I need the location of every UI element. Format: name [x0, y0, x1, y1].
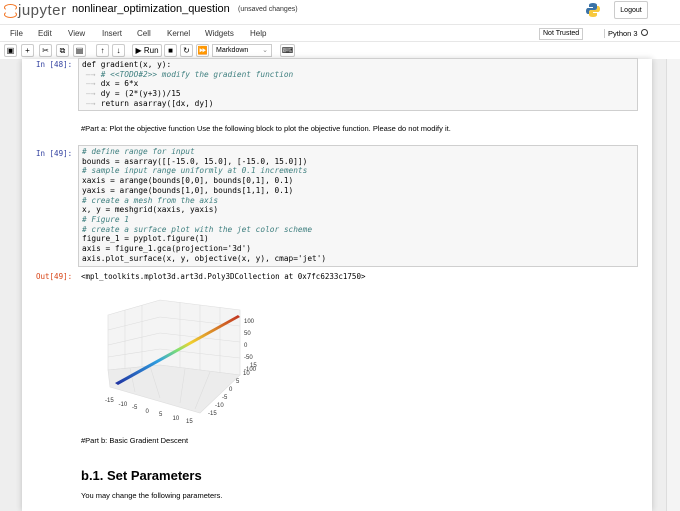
y-tick-label: 15: [250, 363, 257, 369]
code-line: # sample input range uniformly at 0.1 in…: [82, 166, 308, 176]
restart-icon[interactable]: ↻: [180, 44, 193, 57]
paste-icon[interactable]: ▤: [73, 44, 86, 57]
code-line: # <<TODO#2>> modify the gradient functio…: [82, 70, 634, 80]
scrollbar[interactable]: [666, 59, 680, 511]
menu-widgets[interactable]: Widgets: [205, 29, 234, 38]
menu-file[interactable]: File: [10, 29, 23, 38]
menu-help[interactable]: Help: [250, 29, 266, 38]
code-line: def gradient(x, y):: [82, 60, 172, 69]
add-cell-icon[interactable]: +: [21, 44, 34, 57]
code-cell-48[interactable]: def gradient(x, y): # <<TODO#2>> modify …: [78, 58, 638, 111]
markdown-parameters-note: You may change the following parameters.: [81, 491, 223, 500]
y-tick-label: -5: [222, 395, 228, 401]
cell-prompt: In [49]:: [36, 149, 73, 158]
fast-forward-icon[interactable]: ⏩: [196, 44, 209, 57]
markdown-part-a: #Part a: Plot the objective function Use…: [81, 124, 451, 133]
code-line: axis = figure_1.gca(projection='3d'): [82, 244, 251, 254]
menu-cell[interactable]: Cell: [137, 29, 151, 38]
notebook-name[interactable]: nonlinear_optimization_question: [72, 3, 230, 15]
x-tick-label: 10: [172, 415, 180, 422]
code-line: # create a surface plot with the jet col…: [82, 224, 313, 234]
move-up-icon[interactable]: ↑: [96, 44, 109, 57]
z-tick-label: 100: [244, 319, 255, 325]
code-line: yaxis = arange(bounds[1,0], bounds[1,1],…: [82, 185, 294, 195]
kernel-idle-icon: [641, 29, 648, 36]
menu-edit[interactable]: Edit: [38, 29, 52, 38]
kernel-indicator[interactable]: Python 3: [604, 29, 638, 38]
x-tick-label: 15: [186, 419, 193, 425]
y-tick-label: -10: [215, 403, 224, 409]
code-line: xaxis = arange(bounds[0,0], bounds[0,1],…: [82, 176, 294, 186]
notebook-container: In [48]: def gradient(x, y): # <<TODO#2>…: [22, 58, 652, 511]
y-tick-label: 0: [229, 387, 233, 393]
y-tick-label: -15: [208, 411, 217, 417]
output-prompt: Out[49]:: [36, 272, 73, 281]
x-tick-label: -15: [105, 398, 114, 404]
cut-icon[interactable]: ✂: [39, 44, 52, 57]
heading-set-parameters: b.1. Set Parameters: [81, 468, 202, 483]
menu-kernel[interactable]: Kernel: [167, 29, 190, 38]
code-line: dx = 6*x: [82, 79, 634, 89]
z-tick-label: -50: [244, 355, 253, 361]
jupyter-logo[interactable]: jupyter: [4, 2, 67, 19]
x-tick-label: -10: [118, 401, 128, 408]
keyboard-icon[interactable]: ⌨: [280, 44, 295, 57]
z-tick-label: 50: [244, 331, 251, 337]
z-tick-label: 0: [244, 343, 248, 349]
axis-panes: [107, 299, 241, 414]
code-line: dy = (2*(y+3))/15: [82, 89, 634, 99]
cell-prompt: In [48]:: [36, 60, 73, 69]
logout-button[interactable]: Logout: [614, 1, 648, 19]
play-icon: ▶: [135, 46, 144, 55]
code-line: # Figure 1: [82, 214, 129, 224]
save-status: (unsaved changes): [238, 6, 298, 13]
code-line: return asarray([dx, dy]): [82, 99, 634, 109]
stop-icon[interactable]: ■: [164, 44, 177, 57]
markdown-part-b: #Part b: Basic Gradient Descent: [81, 436, 189, 445]
cell-type-select[interactable]: Markdown ⌄: [212, 44, 272, 57]
menu-view[interactable]: View: [68, 29, 85, 38]
y-tick-label: 10: [243, 371, 250, 377]
code-line: # create a mesh from the axis: [82, 195, 219, 205]
x-tick-label: -5: [132, 405, 138, 411]
code-line: axis.plot_surface(x, y, objective(x, y),…: [82, 253, 327, 263]
chevron-down-icon: ⌄: [262, 47, 268, 54]
x-tick-label: 0: [145, 408, 149, 415]
menubar: File Edit View Insert Cell Kernel Widget…: [0, 24, 680, 42]
toolbar: ▣ + ✂ ⧉ ▤ ↑ ↓ ▶ Run ■ ↻ ⏩ Markdown ⌄ ⌨: [0, 42, 680, 59]
y-tick-label: 5: [236, 379, 240, 385]
code-line: bounds = asarray([[-15.0, 15.0], [-15.0,…: [82, 156, 308, 166]
code-line: # define range for input: [82, 147, 195, 156]
not-trusted-button[interactable]: Not Trusted: [539, 28, 584, 40]
x-tick-label: 5: [159, 412, 163, 418]
code-line: figure_1 = pyplot.figure(1): [82, 234, 209, 244]
move-down-icon[interactable]: ↓: [112, 44, 125, 57]
menu-insert[interactable]: Insert: [102, 29, 122, 38]
code-cell-49[interactable]: # define range for input bounds = asarray…: [78, 145, 638, 267]
python-logo-icon: [586, 3, 600, 17]
run-button[interactable]: ▶ Run: [132, 44, 162, 57]
copy-icon[interactable]: ⧉: [56, 44, 69, 57]
output-text: <mpl_toolkits.mplot3d.art3d.Poly3DCollec…: [81, 272, 366, 281]
code-line: x, y = meshgrid(xaxis, yaxis): [82, 205, 219, 215]
save-icon[interactable]: ▣: [4, 44, 17, 57]
